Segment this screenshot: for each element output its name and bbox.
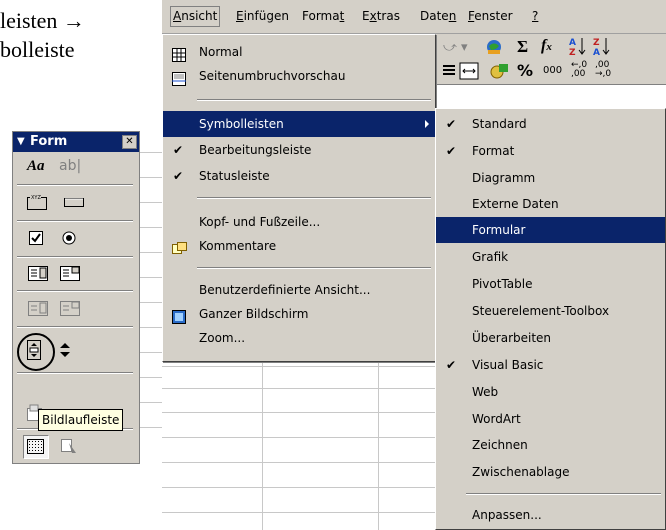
submenu-item-externe-daten[interactable]: Externe Daten — [436, 191, 665, 217]
menu-help[interactable]: ? — [532, 9, 538, 23]
sort-ascending-icon[interactable]: AZ — [569, 36, 587, 58]
checkmark-icon: ✔ — [446, 358, 457, 372]
menu-item-zoom[interactable]: Zoom... — [163, 325, 435, 351]
submenu-item-format[interactable]: ✔ Format — [436, 138, 665, 164]
submenu-item-zeichnen[interactable]: Zeichnen — [436, 432, 665, 458]
option-button[interactable] — [59, 228, 81, 248]
label-button[interactable]: Aa — [27, 158, 49, 178]
standard-toolbar: ⤻ ▾ Σ fx AZ ZA % 000 ←,0,00 ,00 →,0 — [435, 34, 666, 85]
group-box-button[interactable]: XYZ — [25, 192, 49, 212]
redo-icon[interactable]: ⤻ ▾ — [443, 40, 468, 55]
decrease-decimal-icon[interactable]: ,00 →,0 — [595, 61, 611, 79]
scrollbar-button[interactable] — [24, 339, 46, 360]
combo-dropdown-edit-button — [59, 298, 81, 318]
thousands-separator-icon[interactable]: 000 — [543, 65, 562, 76]
svg-text:Z: Z — [593, 38, 600, 48]
group-box-caption: XYZ — [31, 195, 41, 201]
submenu-item-visual-basic[interactable]: ✔ Visual Basic — [436, 352, 665, 378]
menu-einfuegen[interactable]: Einfügen — [236, 9, 289, 23]
palette-separator — [17, 326, 133, 328]
document-line-2: bolleiste — [0, 37, 75, 62]
checkmark-icon: ✔ — [446, 144, 457, 158]
toggle-grid-button[interactable] — [23, 435, 49, 459]
document-text: leisten → bolleiste — [0, 6, 85, 64]
palette-separator — [17, 372, 133, 374]
menu-separator — [197, 267, 431, 269]
command-button[interactable] — [63, 194, 87, 214]
svg-text:Z: Z — [569, 48, 576, 56]
list-box-button[interactable] — [27, 263, 49, 283]
percent-icon[interactable]: % — [517, 61, 533, 80]
submenu-item-steuerelement-toolbox[interactable]: Steuerelement-Toolbox — [436, 298, 665, 324]
menu-item-ganzer-bildschirm[interactable]: Ganzer Bildschirm — [163, 301, 435, 327]
submenu-item-standard[interactable]: ✔ Standard — [436, 111, 665, 137]
menu-item-bearbeitungsleiste[interactable]: ✔ Bearbeitungsleiste — [163, 137, 435, 163]
palette-separator — [17, 256, 133, 258]
currency-icon[interactable] — [489, 62, 509, 80]
menu-separator — [197, 99, 431, 101]
full-screen-icon — [172, 307, 186, 324]
palette-separator — [17, 184, 133, 186]
comments-icon — [172, 239, 187, 254]
menu-item-kopf-fusszeile[interactable]: Kopf- und Fußzeile... — [163, 209, 435, 235]
close-icon[interactable]: ✕ — [122, 135, 137, 149]
merge-center-icon[interactable] — [459, 62, 479, 80]
autosum-icon[interactable]: Σ — [517, 37, 528, 57]
page-break-preview-icon — [172, 69, 186, 86]
menu-item-normal[interactable]: Normal — [163, 39, 435, 65]
submenu-item-pivottable[interactable]: PivotTable — [436, 271, 665, 297]
menu-item-benutzerdefinierte-ansicht[interactable]: Benutzerdefinierte Ansicht... — [163, 277, 435, 303]
svg-text:A: A — [569, 38, 576, 48]
menu-ansicht[interactable]: Ansicht — [170, 6, 221, 27]
align-right-icon[interactable] — [443, 64, 455, 78]
submenu-item-formular[interactable]: Formular — [436, 217, 665, 243]
submenu-item-anpassen[interactable]: Anpassen... — [436, 502, 665, 528]
submenu-item-ueberarbeiten[interactable]: Überarbeiten — [436, 325, 665, 351]
symbolleisten-submenu: ✔ Standard ✔ Format Diagramm Externe Dat… — [435, 108, 666, 530]
ansicht-menu: Normal Seitenumbruchvorschau Symbolleist… — [162, 34, 436, 362]
spinner-button[interactable] — [55, 340, 77, 360]
menu-separator — [466, 493, 661, 495]
submenu-item-web[interactable]: Web — [436, 379, 665, 405]
submenu-item-grafik[interactable]: Grafik — [436, 244, 665, 270]
checkmark-icon: ✔ — [173, 143, 184, 157]
submenu-item-wordart[interactable]: WordArt — [436, 406, 665, 432]
menu-item-statusleiste[interactable]: ✔ Statusleiste — [163, 163, 435, 189]
increase-decimal-icon[interactable]: ←,0,00 — [571, 61, 587, 79]
checkmark-icon: ✔ — [446, 117, 457, 131]
sheet-grid[interactable] — [162, 360, 438, 530]
editbox-button[interactable]: ab| — [59, 158, 81, 178]
web-toolbar-icon[interactable] — [485, 38, 503, 56]
checkmark-icon: ✔ — [173, 169, 184, 183]
menu-extras[interactable]: Extras — [362, 9, 400, 23]
document-line-1: leisten → — [0, 8, 85, 33]
forms-toolbar-titlebar[interactable]: ▼ Form ✕ — [13, 132, 139, 152]
menu-format[interactable]: Format — [302, 9, 344, 23]
menu-separator — [197, 197, 431, 199]
function-icon[interactable]: fx — [541, 37, 552, 55]
menu-item-kommentare[interactable]: Kommentare — [163, 233, 435, 259]
menu-daten[interactable]: Daten — [420, 9, 456, 23]
menu-fenster[interactable]: Fenster — [468, 9, 513, 23]
run-dialog-button[interactable] — [59, 437, 81, 457]
menu-item-symbolleisten[interactable]: Symbolleisten — [163, 111, 435, 137]
palette-separator — [17, 220, 133, 222]
menu-item-seitenumbruchvorschau[interactable]: Seitenumbruchvorschau — [163, 63, 435, 89]
submenu-item-diagramm[interactable]: Diagramm — [436, 165, 665, 191]
combo-list-edit-button — [27, 298, 49, 318]
forms-toolbar-title: Form — [30, 134, 68, 149]
normal-view-icon — [172, 45, 186, 62]
combo-box-button[interactable] — [59, 263, 81, 283]
palette-separator — [17, 290, 133, 292]
menu-bar: Ansicht Einfügen Format Extras Daten Fen… — [162, 0, 666, 34]
scrollbar-tooltip: Bildlaufleiste — [38, 409, 124, 431]
toolbar-options-arrow-icon[interactable]: ▼ — [17, 132, 25, 152]
checkbox-button[interactable] — [27, 228, 49, 248]
submenu-item-zwischenablage[interactable]: Zwischenablage — [436, 459, 665, 485]
svg-text:A: A — [593, 48, 600, 56]
sort-descending-icon[interactable]: ZA — [593, 36, 611, 58]
submenu-arrow-icon — [425, 120, 429, 128]
